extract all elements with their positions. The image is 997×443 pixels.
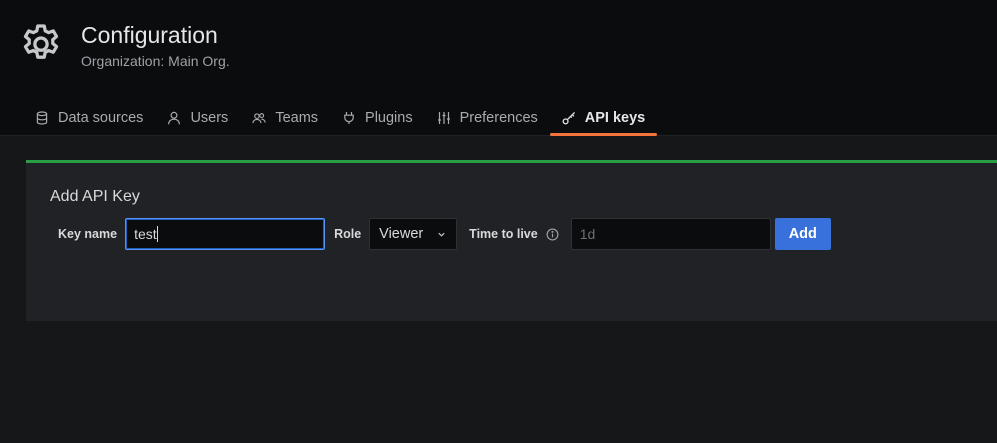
configuration-page: Configuration Organization: Main Org. Da… xyxy=(0,0,997,443)
key-name-input[interactable]: test xyxy=(125,218,326,250)
role-select[interactable]: Viewer xyxy=(369,218,458,250)
tab-api-keys[interactable]: API keys xyxy=(549,100,658,136)
database-icon xyxy=(35,111,49,125)
tab-plugins[interactable]: Plugins xyxy=(330,100,425,136)
config-tabs: Data sources Users Teams Plugins Prefere… xyxy=(23,100,658,136)
add-api-key-panel: Add API Key Key name test Role Viewer Ti… xyxy=(26,160,997,321)
users-icon xyxy=(252,111,266,125)
ttl-input[interactable] xyxy=(570,218,771,250)
tab-label: Plugins xyxy=(365,110,413,126)
add-api-key-form: Key name test Role Viewer Time to live 1… xyxy=(50,218,831,250)
role-value: Viewer xyxy=(379,226,424,242)
text-cursor xyxy=(156,226,158,242)
info-circle-icon[interactable] xyxy=(546,228,559,241)
page-title: Configuration xyxy=(81,22,218,48)
tab-label: Preferences xyxy=(459,110,538,126)
key-name-value: test xyxy=(134,226,157,242)
key-name-label: Key name xyxy=(58,227,118,241)
tab-label: Users xyxy=(190,110,229,126)
sliders-icon xyxy=(437,111,451,125)
key-icon xyxy=(562,111,576,125)
page-header: Configuration Organization: Main Org. Da… xyxy=(0,0,997,136)
chevron-down-icon xyxy=(437,230,446,239)
tab-teams[interactable]: Teams xyxy=(240,100,330,136)
user-icon xyxy=(167,111,181,125)
tab-label: Teams xyxy=(275,110,319,126)
gear-icon xyxy=(18,20,64,66)
tab-preferences[interactable]: Preferences xyxy=(425,100,550,136)
panel-title: Add API Key xyxy=(50,188,140,205)
ttl-label: Time to live xyxy=(469,227,538,241)
plug-icon xyxy=(342,111,356,125)
role-label: Role xyxy=(334,227,362,241)
tab-label: API keys xyxy=(584,110,646,126)
tab-data-sources[interactable]: Data sources xyxy=(23,100,155,136)
add-button[interactable]: Add xyxy=(774,218,831,250)
tab-users[interactable]: Users xyxy=(155,100,240,136)
page-content: Add API Key Key name test Role Viewer Ti… xyxy=(0,136,997,443)
tab-label: Data sources xyxy=(58,110,144,126)
page-subtitle: Organization: Main Org. xyxy=(81,53,230,69)
